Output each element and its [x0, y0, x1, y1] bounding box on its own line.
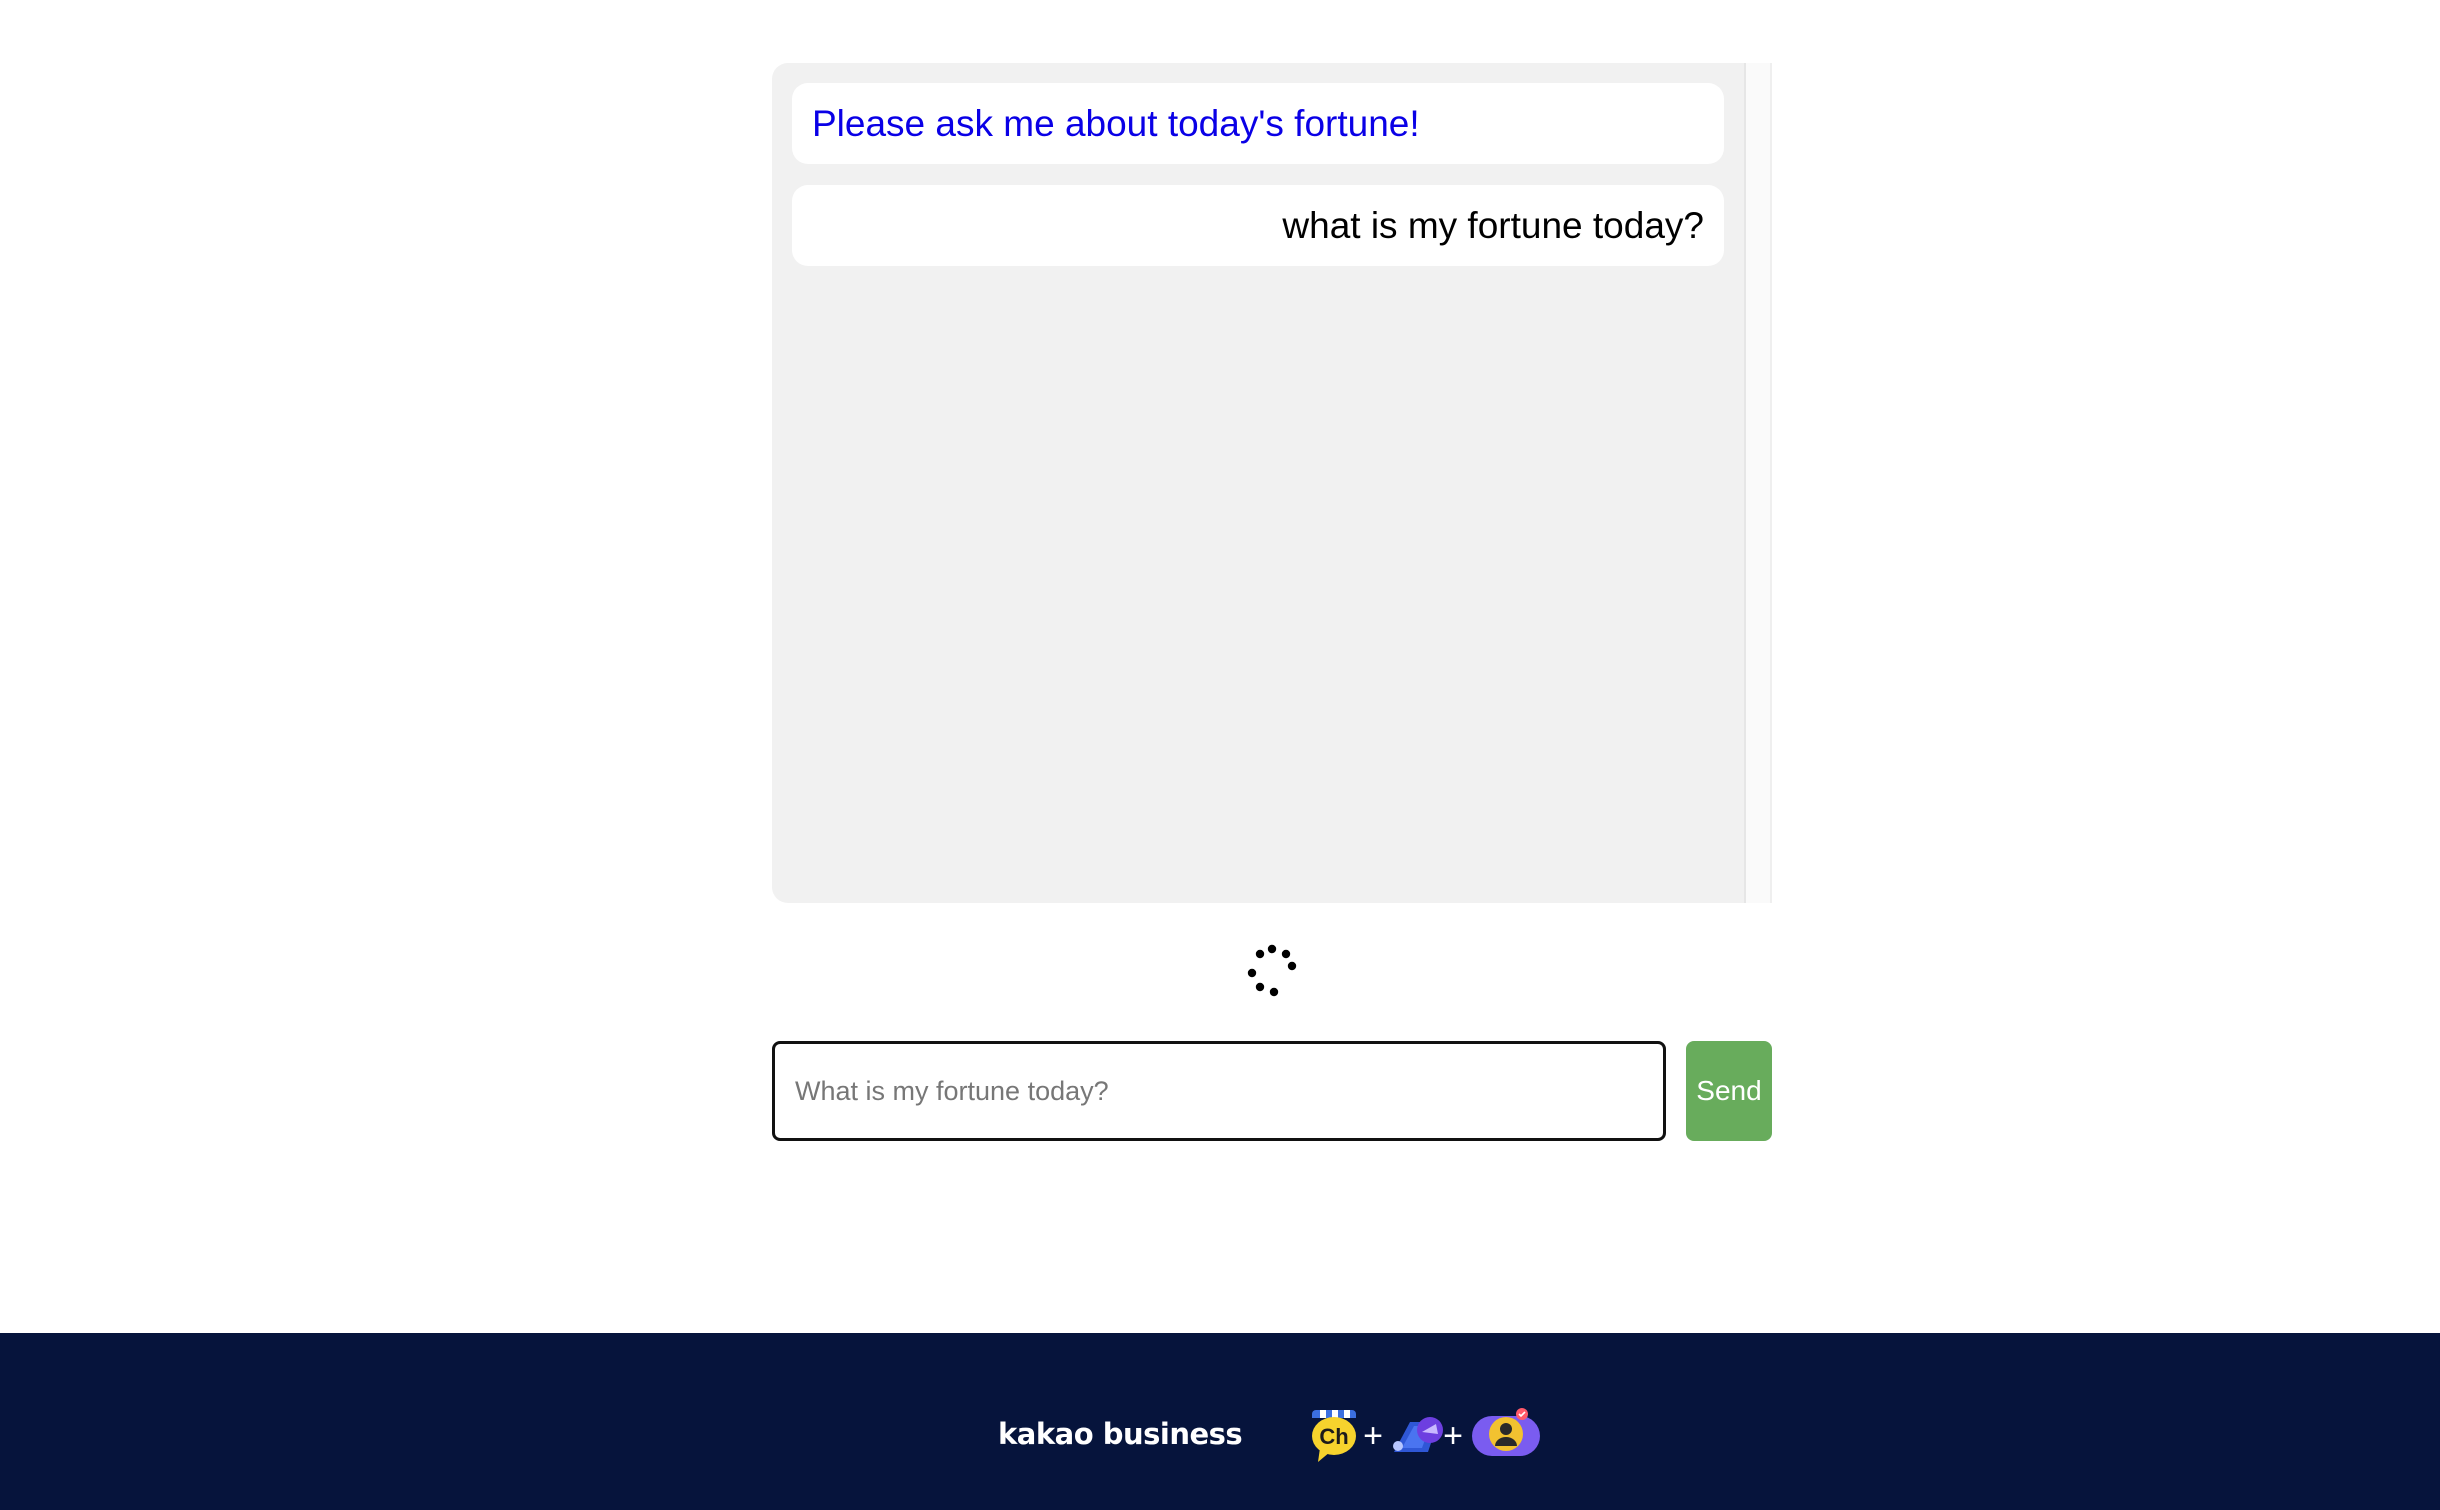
chat-panel: Please ask me about today's fortune! wha…: [772, 63, 1772, 903]
kakao-business-logo: kakao business: [998, 1417, 1243, 1451]
chat-messages[interactable]: Please ask me about today's fortune! wha…: [772, 63, 1744, 903]
kakao-channel-icon: Ch: [1312, 1410, 1356, 1462]
channel-icon-label: Ch: [1319, 1424, 1348, 1449]
profile-badge-icon: [1472, 1408, 1540, 1456]
loading-spinner-icon: [1247, 944, 1297, 997]
footer-icon-group: Ch + +: [1310, 1402, 1550, 1466]
page: Please ask me about today's fortune! wha…: [0, 0, 2440, 1510]
message-input[interactable]: [772, 1041, 1666, 1141]
message-input-row: Send: [772, 1041, 1772, 1141]
plus-sign-1: +: [1363, 1417, 1383, 1455]
plus-sign-2: +: [1443, 1417, 1463, 1455]
send-button[interactable]: Send: [1686, 1041, 1772, 1141]
bot-message: Please ask me about today's fortune!: [792, 83, 1724, 164]
user-message-text: what is my fortune today?: [1282, 204, 1704, 246]
bot-message-text: Please ask me about today's fortune!: [812, 102, 1420, 144]
chat-scrollbar[interactable]: [1744, 63, 1772, 903]
user-message: what is my fortune today?: [792, 185, 1724, 266]
megaphone-icon: [1393, 1417, 1443, 1452]
